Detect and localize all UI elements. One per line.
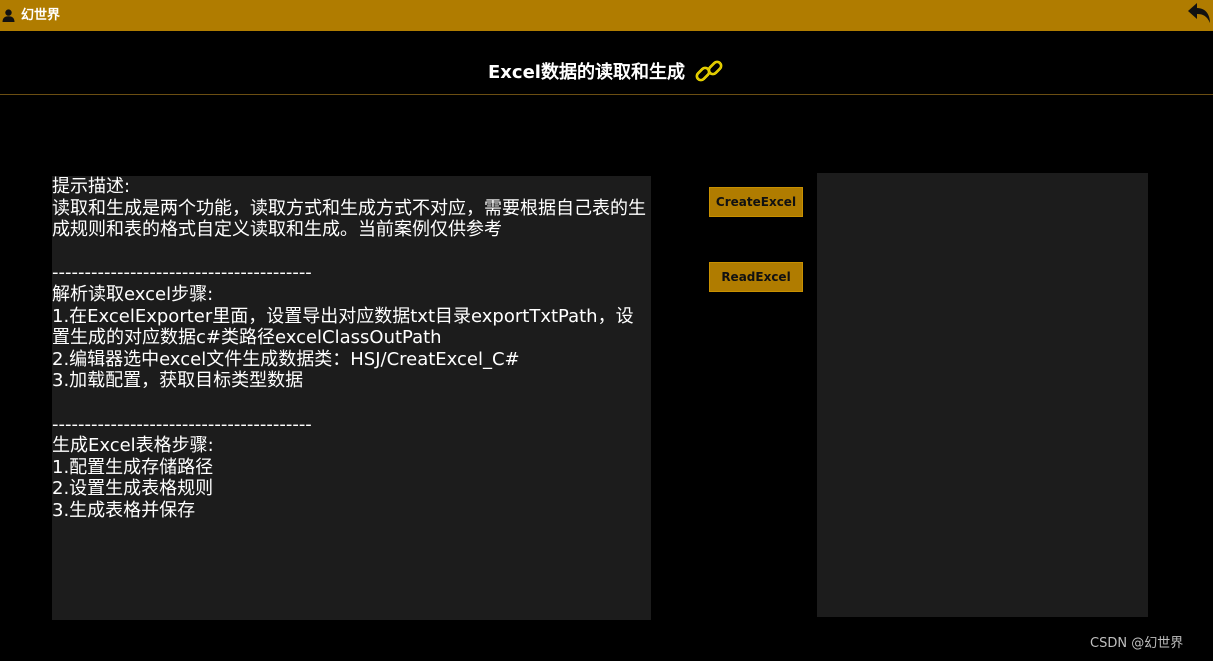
description-text: 提示描述: 读取和生成是两个功能，读取方式和生成方式不对应，需要根据自己表的生成… — [52, 176, 646, 521]
top-bar: 幻世界 — [0, 0, 1213, 31]
watermark: CSDN @幻世界 — [1090, 636, 1184, 651]
user-name: 幻世界 — [21, 8, 61, 23]
create-excel-button[interactable]: CreateExcel — [709, 187, 803, 217]
title-bar: Excel数据的读取和生成 — [0, 31, 1213, 95]
description-panel: 提示描述: 读取和生成是两个功能，读取方式和生成方式不对应，需要根据自己表的生成… — [52, 176, 651, 620]
read-excel-button[interactable]: ReadExcel — [709, 262, 803, 292]
page-title: Excel数据的读取和生成 — [488, 62, 685, 83]
output-panel — [817, 173, 1148, 617]
user-icon — [2, 9, 15, 22]
back-arrow-icon[interactable] — [1187, 1, 1213, 29]
link-icon — [693, 55, 725, 91]
user-info: 幻世界 — [2, 7, 60, 24]
